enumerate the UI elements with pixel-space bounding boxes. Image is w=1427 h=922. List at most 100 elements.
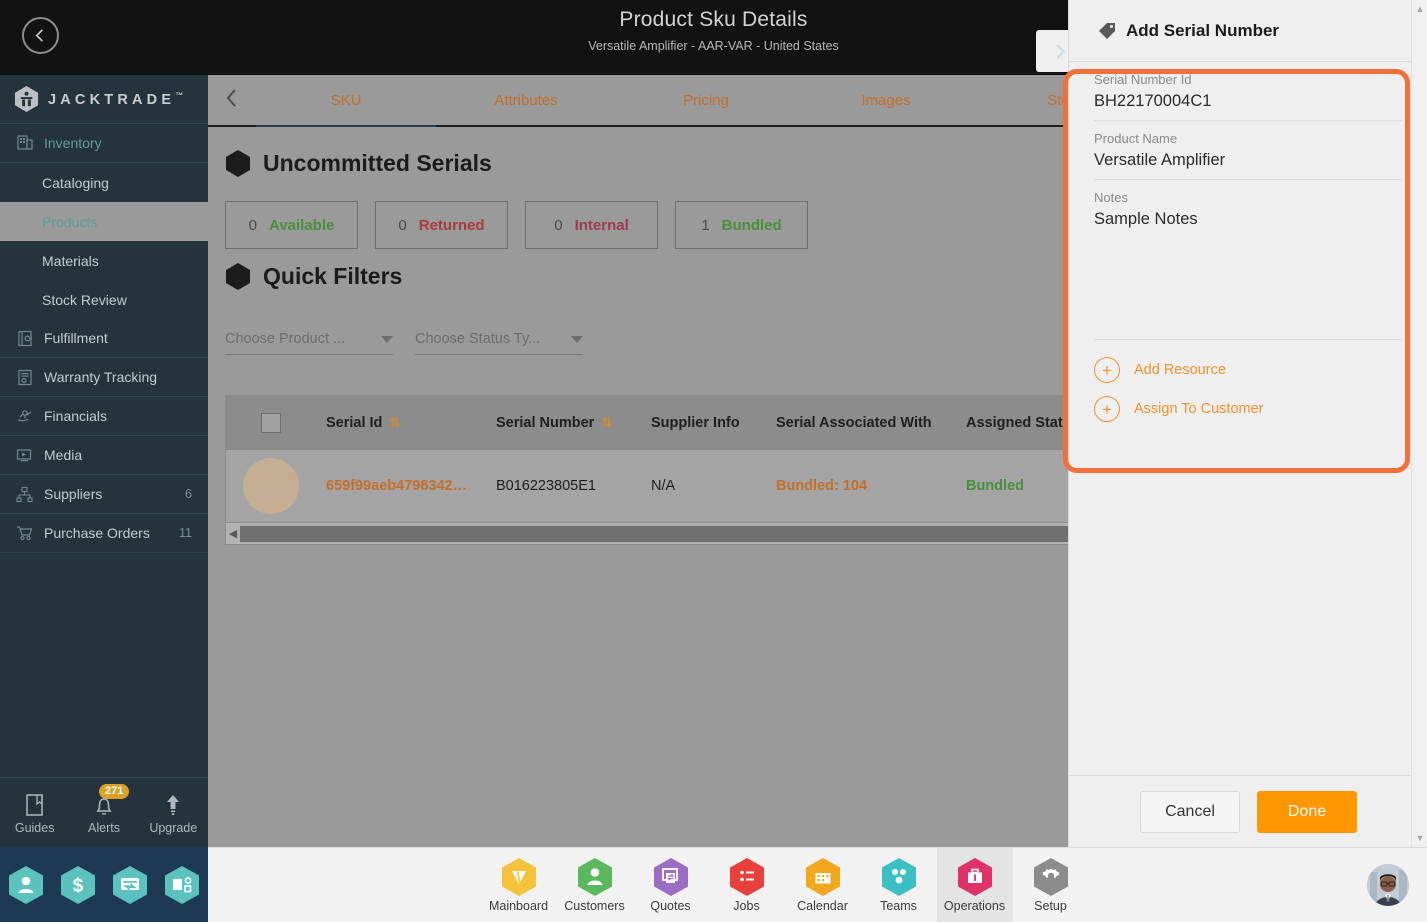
sidebar-item-cataloging[interactable]: Cataloging: [0, 163, 208, 202]
workflow-hex-button[interactable]: [164, 865, 200, 905]
triangle-down-icon[interactable]: ▼: [1414, 833, 1426, 843]
bottomnav-setup[interactable]: Setup: [1013, 848, 1089, 922]
chip-label: Internal: [574, 216, 629, 234]
sidebar-item-label: Media: [44, 447, 83, 463]
bottomnav-operations[interactable]: Operations: [936, 847, 1013, 922]
field-product-name[interactable]: Product Name Versatile Amplifier: [1094, 121, 1402, 180]
field-label: Notes: [1094, 190, 1128, 205]
tag-icon: [1099, 22, 1115, 39]
brand-logo[interactable]: JACKTRADE™: [0, 75, 208, 124]
sidebar-item-count: 6: [185, 487, 192, 501]
column-supplier-info[interactable]: Supplier Info: [641, 415, 766, 431]
column-serial-associated-with[interactable]: Serial Associated With: [766, 415, 956, 431]
drawer-scrollbar[interactable]: ▲ ▼: [1411, 0, 1427, 847]
chip-internal[interactable]: 0 Internal: [525, 201, 658, 249]
tab-pricing[interactable]: Pricing: [616, 92, 796, 109]
bottom-navigation: Mainboard Customers Quotes Jobs Calendar…: [208, 847, 1427, 922]
sidebar-item-purchase-orders[interactable]: Purchase Orders 11: [0, 514, 208, 553]
svg-text:$: $: [73, 875, 84, 896]
field-serial-number-id[interactable]: Serial Number Id BH22170004C1: [1094, 62, 1402, 121]
tab-attributes[interactable]: Attributes: [436, 92, 616, 109]
setup-icon: [1033, 858, 1068, 896]
sidebar-item-materials[interactable]: Materials: [0, 241, 208, 280]
tab-sku[interactable]: SKU: [256, 92, 436, 109]
suppliers-icon: [16, 486, 33, 502]
column-serial-number[interactable]: Serial Number ⇅: [486, 415, 641, 431]
bottomnav-label: Calendar: [797, 899, 848, 913]
sidebar-item-label: Products: [42, 213, 98, 230]
chip-label: Bundled: [721, 216, 782, 234]
cancel-button[interactable]: Cancel: [1140, 790, 1240, 833]
tab-scroll-left-button[interactable]: [208, 88, 256, 113]
alerts-button[interactable]: 271 Alerts: [73, 784, 135, 835]
financials-icon: [17, 409, 32, 421]
chip-count: 0: [554, 216, 563, 234]
cell-serial-id[interactable]: 659f99aeb4798342…: [316, 478, 486, 494]
sidebar-item-products[interactable]: Products: [0, 202, 208, 241]
chip-bundled[interactable]: 1 Bundled: [675, 201, 808, 249]
dollar-hex-button[interactable]: $: [60, 865, 96, 905]
chip-available[interactable]: 0 Available: [225, 201, 358, 249]
bottomnav-customers[interactable]: Customers: [557, 848, 633, 922]
column-label: Serial Id: [326, 415, 383, 431]
field-label: Product Name: [1094, 131, 1178, 146]
bottomnav-quotes[interactable]: Quotes: [633, 848, 709, 922]
upgrade-button[interactable]: Upgrade: [142, 790, 204, 835]
active-tab-indicator: [256, 125, 436, 127]
sidebar-item-stock-review[interactable]: Stock Review: [0, 280, 208, 319]
bottomnav-label: Quotes: [650, 899, 691, 913]
sidebar-item-label: Inventory: [44, 135, 102, 151]
hex-bullet-icon: [226, 263, 250, 290]
cell-supplier-info: N/A: [651, 478, 676, 494]
sidebar-item-fulfillment[interactable]: Fulfillment: [0, 319, 208, 358]
bottomnav-mainboard[interactable]: Mainboard: [481, 848, 557, 922]
person-hex-button[interactable]: [8, 865, 44, 905]
drawer-header: Add Serial Number: [1069, 0, 1427, 62]
sidebar-item-label: Purchase Orders: [44, 525, 150, 541]
sidebar-item-label: Materials: [42, 252, 99, 269]
field-notes[interactable]: Notes Sample Notes: [1094, 180, 1402, 340]
chip-label: Returned: [418, 216, 485, 234]
sidebar-item-financials[interactable]: Financials: [0, 397, 208, 436]
card-swap-hex-button[interactable]: [112, 865, 148, 905]
alerts-label: Alerts: [88, 821, 120, 835]
sidebar-item-label: Financials: [44, 408, 108, 424]
select-all-cell: [226, 413, 316, 433]
choose-status-type-select[interactable]: Choose Status Ty...: [415, 331, 583, 355]
sidebar-item-media[interactable]: Media: [0, 436, 208, 475]
sidebar-item-warranty-tracking[interactable]: Warranty Tracking: [0, 358, 208, 397]
field-label: Serial Number Id: [1094, 72, 1192, 87]
sidebar-item-suppliers[interactable]: Suppliers 6: [0, 475, 208, 514]
tab-images[interactable]: Images: [796, 92, 976, 109]
guides-button[interactable]: Guides: [4, 790, 66, 835]
add-resource-action[interactable]: + Add Resource: [1094, 357, 1402, 383]
sidebar-item-count: 11: [179, 526, 192, 540]
bottomnav-label: Setup: [1034, 899, 1067, 913]
sort-arrows-icon: ⇅: [389, 415, 400, 430]
sidebar-footer: Guides 271 Alerts Upgrade: [0, 777, 208, 847]
user-avatar[interactable]: [1367, 864, 1409, 906]
upgrade-label: Upgrade: [149, 821, 198, 835]
cell-serial-associated-with[interactable]: Bundled: 104: [766, 478, 956, 494]
bottomnav-calendar[interactable]: Calendar: [785, 848, 861, 922]
choose-product-select[interactable]: Choose Product ...: [225, 331, 393, 355]
column-serial-id[interactable]: Serial Id ⇅: [316, 415, 486, 431]
back-button[interactable]: [22, 17, 59, 54]
bottomnav-jobs[interactable]: Jobs: [709, 848, 785, 922]
triangle-left-icon[interactable]: ◀: [226, 527, 240, 540]
done-button[interactable]: Done: [1257, 790, 1357, 833]
chip-returned[interactable]: 0 Returned: [375, 201, 508, 249]
chip-count: 0: [398, 216, 407, 234]
fulfillment-icon: [18, 330, 32, 346]
drawer-footer: Cancel Done: [1069, 775, 1427, 847]
select-all-checkbox[interactable]: [261, 413, 281, 433]
sidebar-item-inventory[interactable]: Inventory: [0, 124, 208, 163]
quick-filters-title-text: Quick Filters: [263, 263, 403, 289]
assign-to-customer-action[interactable]: + Assign To Customer: [1094, 396, 1402, 422]
guides-label: Guides: [14, 821, 55, 835]
bottomnav-teams[interactable]: Teams: [861, 848, 937, 922]
triangle-up-icon[interactable]: ▲: [1414, 4, 1426, 14]
media-icon: [16, 448, 32, 461]
brand-tm: ™: [175, 90, 184, 100]
inventory-icon: [17, 135, 33, 150]
